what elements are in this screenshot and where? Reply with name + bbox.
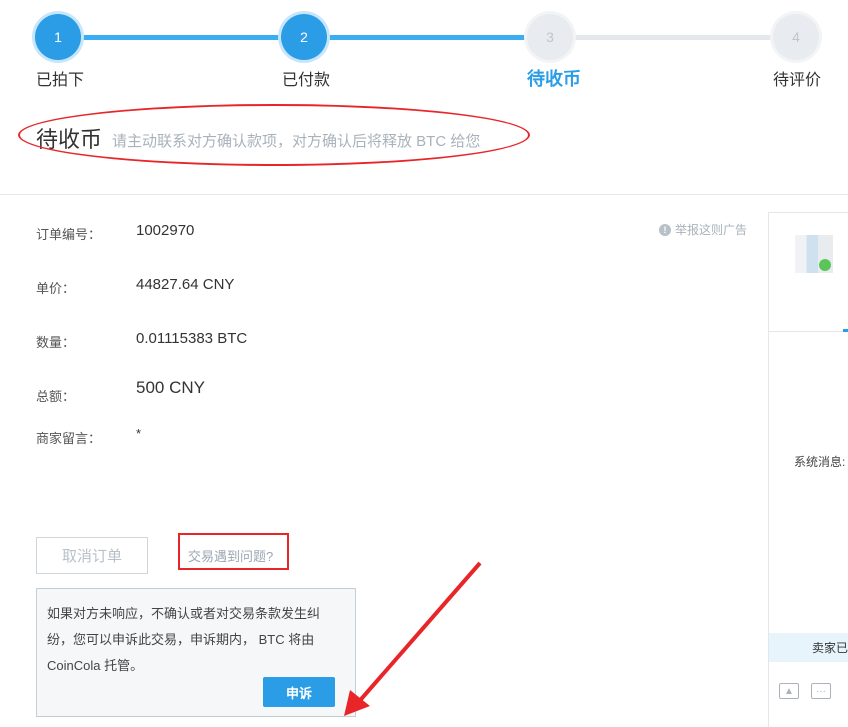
chat-bubble-icon[interactable]: ··· (811, 683, 831, 699)
chat-tab-divider (769, 331, 848, 332)
chat-tab-indicator (843, 329, 848, 332)
arrow-shaft (354, 561, 482, 707)
system-message-label: 系统消息: (794, 455, 846, 469)
online-status-dot (819, 259, 831, 271)
chat-panel: 系统消息: 卖家已 ▲ ··· (768, 212, 848, 727)
seller-banner: 卖家已 (769, 633, 848, 662)
image-icon[interactable]: ▲ (779, 683, 799, 699)
annotation-arrow (344, 561, 482, 716)
order-page: 1 2 3 4 已拍下 已付款 待收币 待评价 待收币 请主动联系对方确认款项，… (0, 0, 848, 727)
